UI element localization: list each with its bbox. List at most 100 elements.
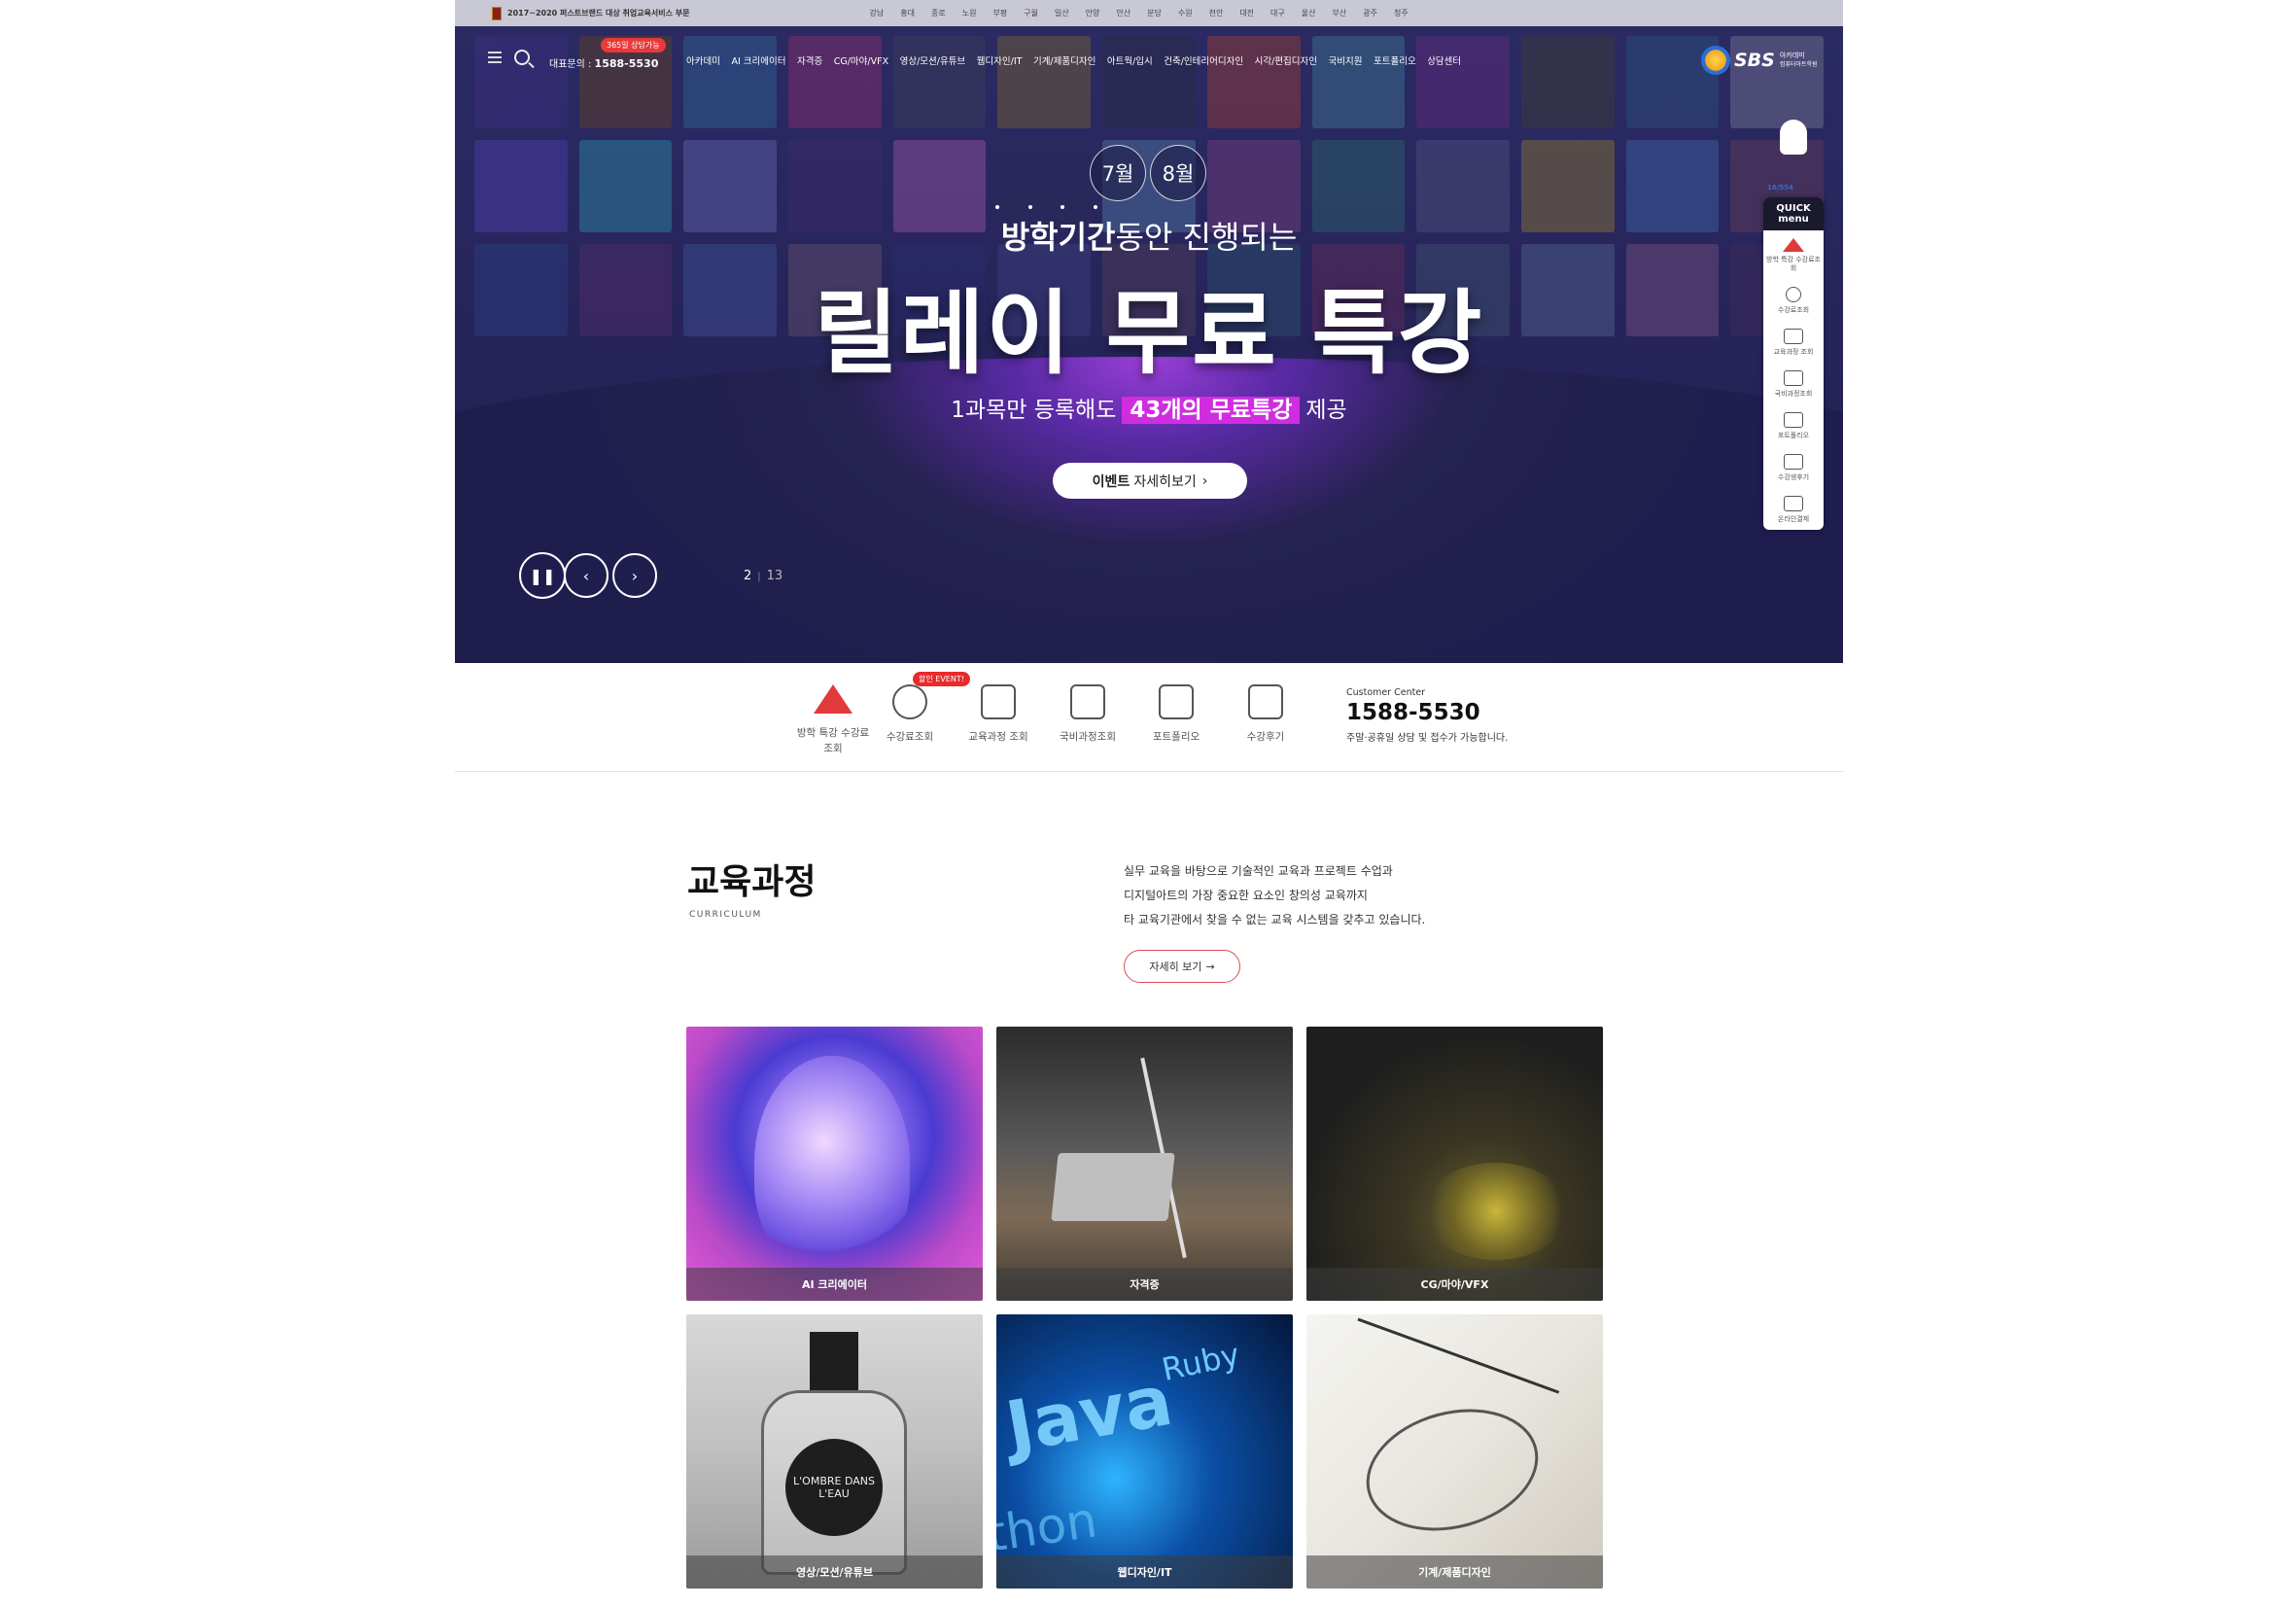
quick-item[interactable]: 교육과정 조회 <box>1763 321 1824 363</box>
event-detail-button[interactable]: 이벤트 자세히보기 › <box>1053 463 1247 499</box>
curriculum-card[interactable]: 기계/제품디자인 <box>1306 1314 1603 1589</box>
logo-text: SBS <box>1734 50 1775 71</box>
curriculum-card[interactable]: CG/마야/VFX <box>1306 1027 1603 1301</box>
quick-menu: 16/554 QUICK menu 방학 특강 수강료조회 수강료조회 교육과정… <box>1763 120 1824 530</box>
branch-link[interactable]: 노원 <box>962 8 977 18</box>
chevron-right-icon: › <box>1201 472 1208 489</box>
nav-item[interactable]: 영상/모션/유튜브 <box>900 53 966 67</box>
curriculum-more-button[interactable]: 자세히 보기 → <box>1124 950 1240 983</box>
quick-item[interactable]: 국비과정조회 <box>1763 363 1824 404</box>
quick-item[interactable]: 수강료조회 <box>1763 279 1824 321</box>
branch-link[interactable]: 대전 <box>1239 8 1254 18</box>
review-icon <box>1248 684 1283 719</box>
nav-item[interactable]: 상담센터 <box>1427 53 1461 67</box>
hero-subheadline: 방학기간동안 진행되는 <box>455 213 1843 258</box>
branch-link[interactable]: 광주 <box>1363 8 1377 18</box>
shortcut-item[interactable]: 수강료조회 <box>871 684 949 745</box>
nav-item[interactable]: 포트폴리오 <box>1374 53 1416 67</box>
quick-menu-counter: 16/554 <box>1767 184 1793 192</box>
customer-center-label: Customer Center <box>1346 687 1426 698</box>
portfolio-icon <box>1784 412 1803 428</box>
curriculum-card[interactable]: AI 크리에이터 <box>686 1027 983 1301</box>
pause-button[interactable]: ❚❚ <box>519 552 566 599</box>
nav-item[interactable]: 기계/제품디자인 <box>1033 53 1096 67</box>
hero-description: 1과목만 등록해도 43개의 무료특강 제공 <box>951 397 1347 424</box>
customer-center-note: 주말·공휴일 상담 및 접수가 가능합니다. <box>1346 733 1509 744</box>
emphasis-dots <box>995 205 1097 209</box>
award-text: 2017~2020 퍼스트브랜드 대상 취업교육서비스 부문 <box>507 9 690 17</box>
top-bar: 2017~2020 퍼스트브랜드 대상 취업교육서비스 부문 강남 홍대 종로 … <box>455 0 1843 26</box>
sbs-logo-icon <box>1701 46 1730 75</box>
branch-link[interactable]: 강남 <box>870 8 885 18</box>
search-icon[interactable] <box>514 50 530 65</box>
nav-item[interactable]: 국비지원 <box>1329 53 1363 67</box>
customer-center-phone[interactable]: 1588-5530 <box>1346 700 1508 725</box>
nav-item[interactable]: 시각/편집디자인 <box>1255 53 1317 67</box>
pager-total: 13 <box>766 569 783 583</box>
consult-badge: 365일 상담가능 <box>601 38 666 52</box>
nav-item[interactable]: 아트웍/입시 <box>1107 53 1153 67</box>
nav-item[interactable]: 건축/인테리어디자인 <box>1164 53 1243 67</box>
quick-menu-panel: QUICK menu 방학 특강 수강료조회 수강료조회 교육과정 조회 국비과… <box>1763 197 1824 530</box>
branch-link[interactable]: 분당 <box>1147 8 1162 18</box>
phone-contact[interactable]: 대표문의 : 1588-5530 <box>549 55 658 70</box>
pen-tool-icon <box>981 684 1016 719</box>
prev-slide-button[interactable]: ‹ <box>564 553 609 598</box>
quick-item[interactable]: 온라인결제 <box>1763 488 1824 530</box>
shortcut-item[interactable]: 방학 특강 수강료조회 <box>794 684 872 756</box>
branch-link[interactable]: 안양 <box>1086 8 1100 18</box>
shortcut-item[interactable]: 포트폴리오 <box>1137 684 1215 745</box>
shortcut-icon-row: 할인 EVENT! 방학 특강 수강료조회 수강료조회 교육과정 조회 국비과정… <box>455 663 1843 772</box>
card-image <box>1306 1027 1603 1301</box>
month-badge: 8월 <box>1150 145 1206 201</box>
quick-menu-bell-icon[interactable] <box>1780 120 1807 155</box>
branch-link[interactable]: 수원 <box>1178 8 1193 18</box>
shortcut-item[interactable]: 수강후기 <box>1227 684 1305 745</box>
quick-item[interactable]: 방학 특강 수강료조회 <box>1763 230 1824 279</box>
curriculum-card[interactable]: Ruby Java thon 웹디자인/IT <box>996 1314 1293 1589</box>
branch-link[interactable]: 홍대 <box>900 8 915 18</box>
next-slide-button[interactable]: › <box>612 553 657 598</box>
pause-icon: ❚❚ <box>529 566 556 585</box>
card-icon <box>1784 370 1803 386</box>
watermelon-icon <box>1783 238 1804 252</box>
branch-link[interactable]: 일산 <box>1055 8 1069 18</box>
month-badges: 7월 8월 <box>1090 145 1210 201</box>
review-icon <box>1784 454 1803 470</box>
branch-link[interactable]: 부산 <box>1333 8 1347 18</box>
branch-link[interactable]: 천안 <box>1209 8 1224 18</box>
branch-link[interactable]: 부평 <box>992 8 1007 18</box>
sbs-logo[interactable]: SBS 아카데미 컴퓨터아트학원 <box>1701 46 1818 75</box>
phone-number: 1588-5530 <box>594 57 659 70</box>
quick-item[interactable]: 포트폴리오 <box>1763 404 1824 446</box>
nav-item[interactable]: 웹디자인/IT <box>977 53 1023 67</box>
month-badge: 7월 <box>1090 145 1146 201</box>
quick-item[interactable]: 수강생후기 <box>1763 446 1824 488</box>
curriculum-grid: AI 크리에이터 자격증 CG/마야/VFX L'OMBRE DANS L'EA… <box>686 1027 1604 1589</box>
branch-link[interactable]: 울산 <box>1302 8 1316 18</box>
curriculum-subtitle: CURRICULUM <box>689 910 762 920</box>
subheadline-rest: 동안 진행되는 <box>1115 219 1298 256</box>
card-image <box>686 1027 983 1301</box>
branch-link[interactable]: 구월 <box>1024 8 1038 18</box>
pager-current: 2 <box>744 569 752 583</box>
nav-item[interactable]: 아카데미 <box>686 53 720 67</box>
card-caption: 영상/모션/유튜브 <box>686 1555 983 1589</box>
nav-item[interactable]: 자격증 <box>797 53 822 67</box>
nav-item[interactable]: CG/마야/VFX <box>834 53 888 67</box>
branch-link[interactable]: 종로 <box>931 8 946 18</box>
curriculum-card[interactable]: 자격증 <box>996 1027 1293 1301</box>
branch-link[interactable]: 안산 <box>1116 8 1131 18</box>
highlight-text: 43개의 무료특강 <box>1122 397 1301 424</box>
bottle-label: L'OMBRE DANS L'EAU <box>785 1439 883 1536</box>
shortcut-item[interactable]: 교육과정 조회 <box>959 684 1037 745</box>
award-banner[interactable]: 2017~2020 퍼스트브랜드 대상 취업교육서비스 부문 <box>492 6 690 20</box>
curriculum-card[interactable]: L'OMBRE DANS L'EAU 영상/모션/유튜브 <box>686 1314 983 1589</box>
shortcut-item[interactable]: 국비과정조회 <box>1049 684 1127 745</box>
card-image: L'OMBRE DANS L'EAU <box>686 1314 983 1589</box>
curriculum-title: 교육과정 <box>687 862 817 902</box>
branch-link[interactable]: 청주 <box>1394 8 1409 18</box>
nav-item[interactable]: AI 크리에이터 <box>731 53 785 67</box>
branch-link[interactable]: 대구 <box>1270 8 1285 18</box>
hamburger-menu-icon[interactable] <box>488 52 502 63</box>
